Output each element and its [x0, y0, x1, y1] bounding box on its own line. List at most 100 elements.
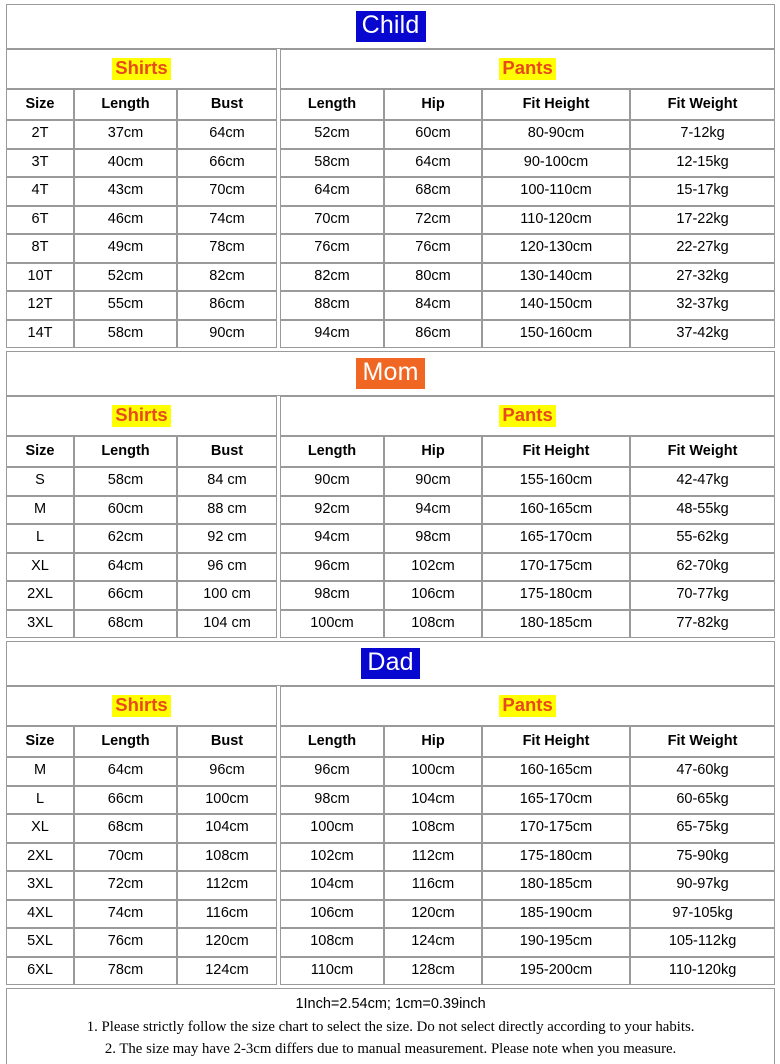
cell-pants-length: 88cm — [280, 291, 384, 320]
cell-size: 14T — [6, 319, 74, 348]
cell-bust: 70cm — [177, 177, 277, 206]
cell-bust: 108cm — [177, 842, 277, 871]
cell-pants-length: 98cm — [280, 785, 384, 814]
cell-bust: 64cm — [177, 120, 277, 149]
cell-pants-length: 100cm — [280, 609, 384, 638]
column-header-row: Size Length Bust Length Hip Fit Height Fit Wei… — [6, 726, 776, 757]
cell-size: 3XL — [6, 609, 74, 638]
group-header-row: Shirts Pants — [6, 49, 776, 89]
cell-size: 6T — [6, 205, 74, 234]
cell-hip: 98cm — [384, 524, 482, 553]
table-row: 3XL 68cm 104 cm 100cm 108cm 180-185cm 77-82kg — [6, 609, 776, 638]
cell-bust: 96cm — [177, 757, 277, 786]
cell-fit-weight: 15-17kg — [630, 177, 776, 206]
cell-fit-weight: 75-90kg — [630, 842, 776, 871]
column-header-row: Size Length Bust Length Hip Fit Height Fit Wei… — [6, 89, 776, 120]
group-header-pants: Pants — [280, 686, 776, 726]
cell-pants-length: 94cm — [280, 319, 384, 348]
cell-bust: 104 cm — [177, 609, 277, 638]
cell-hip: 108cm — [384, 609, 482, 638]
cell-size: 4T — [6, 177, 74, 206]
footer-note-1: 1. Please strictly follow the size chart… — [86, 1018, 695, 1035]
cell-size: 10T — [6, 262, 74, 291]
column-header-hip: Hip — [384, 436, 482, 467]
cell-shirt-length: 78cm — [74, 956, 177, 985]
cell-fit-weight: 77-82kg — [630, 609, 776, 638]
cell-size: L — [6, 785, 74, 814]
section-title-cell: Child — [6, 4, 776, 49]
column-header-size: Size — [6, 726, 74, 757]
cell-fit-height: 180-185cm — [482, 609, 630, 638]
cell-size: XL — [6, 552, 74, 581]
table-row: M 60cm 88 cm 92cm 94cm 160-165cm 48-55kg — [6, 495, 776, 524]
column-header-bust: Bust — [177, 89, 277, 120]
cell-fit-weight: 65-75kg — [630, 814, 776, 843]
table-row: 4T 43cm 70cm 64cm 68cm 100-110cm 15-17kg — [6, 177, 776, 206]
cell-bust: 86cm — [177, 291, 277, 320]
cell-fit-weight: 70-77kg — [630, 581, 776, 610]
cell-shirt-length: 62cm — [74, 524, 177, 553]
cell-shirt-length: 64cm — [74, 552, 177, 581]
column-header-fit-height: Fit Height — [482, 89, 630, 120]
column-header-fit-weight: Fit Weight — [630, 89, 776, 120]
cell-fit-weight: 42-47kg — [630, 467, 776, 496]
cell-fit-weight: 60-65kg — [630, 785, 776, 814]
cell-fit-height: 120-130cm — [482, 234, 630, 263]
cell-fit-weight: 47-60kg — [630, 757, 776, 786]
group-header-row: Shirts Pants — [6, 396, 776, 436]
cell-fit-height: 165-170cm — [482, 785, 630, 814]
footer-conversion: 1Inch=2.54cm; 1cm=0.39inch — [295, 996, 486, 1012]
cell-bust: 100cm — [177, 785, 277, 814]
cell-bust: 92 cm — [177, 524, 277, 553]
column-header-pants-length: Length — [280, 726, 384, 757]
cell-fit-height: 90-100cm — [482, 148, 630, 177]
column-header-size: Size — [6, 436, 74, 467]
cell-size: 3XL — [6, 871, 74, 900]
cell-size: 2T — [6, 120, 74, 149]
cell-bust: 84 cm — [177, 467, 277, 496]
cell-pants-length: 82cm — [280, 262, 384, 291]
cell-hip: 124cm — [384, 928, 482, 957]
cell-pants-length: 64cm — [280, 177, 384, 206]
cell-hip: 72cm — [384, 205, 482, 234]
cell-bust: 120cm — [177, 928, 277, 957]
cell-fit-height: 110-120cm — [482, 205, 630, 234]
section-title-badge: Dad — [361, 648, 420, 679]
cell-fit-height: 140-150cm — [482, 291, 630, 320]
table-row: L 62cm 92 cm 94cm 98cm 165-170cm 55-62kg — [6, 524, 776, 553]
cell-shirt-length: 37cm — [74, 120, 177, 149]
cell-fit-weight: 105-112kg — [630, 928, 776, 957]
group-header-shirts: Shirts — [6, 686, 277, 726]
cell-pants-length: 76cm — [280, 234, 384, 263]
cell-size: S — [6, 467, 74, 496]
cell-pants-length: 58cm — [280, 148, 384, 177]
table-row: L 66cm 100cm 98cm 104cm 165-170cm 60-65kg — [6, 785, 776, 814]
cell-shirt-length: 74cm — [74, 899, 177, 928]
cell-size: 3T — [6, 148, 74, 177]
cell-size: 4XL — [6, 899, 74, 928]
column-header-bust: Bust — [177, 726, 277, 757]
section-title-row: Child — [6, 4, 776, 49]
column-header-hip: Hip — [384, 726, 482, 757]
cell-shirt-length: 70cm — [74, 842, 177, 871]
cell-shirt-length: 64cm — [74, 757, 177, 786]
cell-shirt-length: 58cm — [74, 319, 177, 348]
cell-hip: 128cm — [384, 956, 482, 985]
cell-bust: 124cm — [177, 956, 277, 985]
group-label-pants: Pants — [499, 57, 556, 80]
cell-fit-weight: 22-27kg — [630, 234, 776, 263]
cell-shirt-length: 76cm — [74, 928, 177, 957]
cell-pants-length: 108cm — [280, 928, 384, 957]
cell-hip: 76cm — [384, 234, 482, 263]
section-title-badge: Mom — [356, 358, 425, 389]
cell-shirt-length: 66cm — [74, 581, 177, 610]
cell-pants-length: 94cm — [280, 524, 384, 553]
group-label-shirts: Shirts — [112, 57, 171, 80]
cell-fit-height: 130-140cm — [482, 262, 630, 291]
cell-hip: 80cm — [384, 262, 482, 291]
table-row: 3T 40cm 66cm 58cm 64cm 90-100cm 12-15kg — [6, 148, 776, 177]
cell-fit-weight: 7-12kg — [630, 120, 776, 149]
cell-size: L — [6, 524, 74, 553]
table-row: S 58cm 84 cm 90cm 90cm 155-160cm 42-47kg — [6, 467, 776, 496]
footer-note-2: 2. The size may have 2-3cm differs due t… — [104, 1040, 677, 1057]
